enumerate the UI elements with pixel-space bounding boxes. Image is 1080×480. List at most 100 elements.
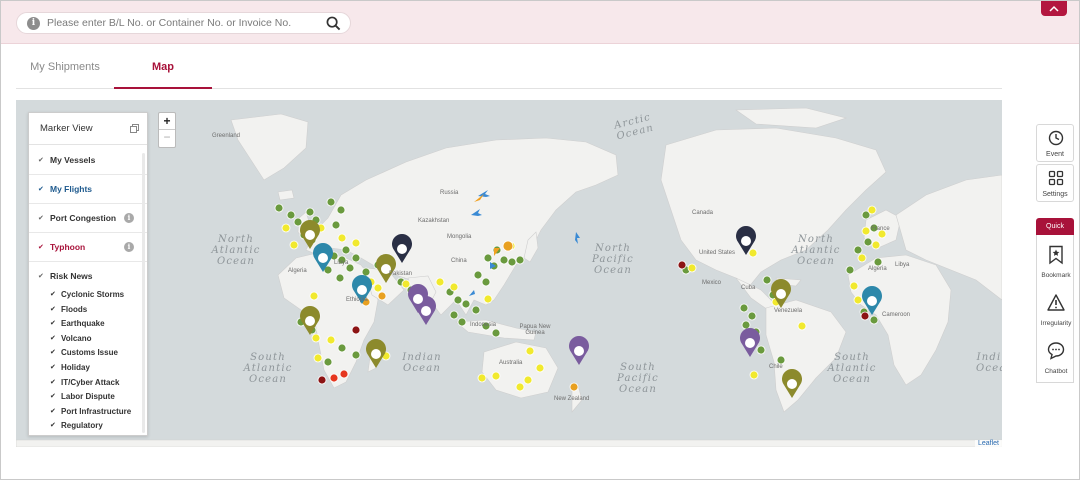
ocean-label-south-atlantic: South Atlantic Ocean [243,352,293,385]
risk-item-label: Holiday [61,363,90,372]
grid-settings-icon [1048,170,1064,186]
ocean-label-north-pacific: North Pacific Ocean [592,243,634,276]
risk-item-regulatory[interactable]: ✔ Regulatory [29,419,147,434]
land-label: Mexico [702,280,722,286]
land-label: Pakistan [389,271,413,277]
land-label: Cuba [741,285,756,291]
quick-menu: Bookmark Irregularity Chatbot [1036,235,1074,383]
risk-item-label: Volcano [61,333,92,343]
layer-label: Risk News [50,271,93,281]
chatbot-label: Chatbot [1044,368,1068,375]
checkmark-icon: ✔ [38,215,44,222]
checkmark-icon: ✔ [38,244,44,251]
info-icon[interactable]: i [124,242,134,252]
layer-typhoon[interactable]: ✔ Typhoon i [29,233,147,262]
zoom-out-button[interactable]: − [159,130,175,147]
chatbot-button[interactable]: Chatbot [1037,335,1075,381]
ocean-label-south-pacific: South Pacific Ocean [617,362,659,395]
checkbox-checked-icon: ✔ [50,422,56,430]
land-label: Australia [499,360,523,366]
search-input[interactable] [47,15,327,31]
tab-my-shipments[interactable]: My Shipments [16,52,114,89]
land-label: Canada [692,210,714,216]
risk-item-earthquake[interactable]: ✔ Earthquake [29,317,147,332]
land-label: Greenland [212,133,241,139]
risk-item-label: Port Infrastructure [61,406,132,416]
land-label: New Zealand [554,396,590,402]
risk-item-label: Cyclonic Storms [61,290,125,299]
marker-view-title: Marker View [29,113,147,145]
risk-item-customs-issue[interactable]: ✔ Customs Issue [29,346,147,361]
ocean-label-north-atlantic: North Atlantic Ocean [211,234,261,267]
checkbox-checked-icon: ✔ [50,305,56,313]
land-label: Ethiopia [346,297,368,303]
info-icon[interactable]: i [124,213,134,223]
map-attribution-link[interactable]: Leaflet [974,440,1002,447]
layer-label: Typhoon [50,242,86,252]
info-icon: i [27,17,40,30]
map-base-layer [16,107,1002,447]
layer-port-congestion[interactable]: ✔ Port Congestion i [29,204,147,233]
collapse-button[interactable] [1041,1,1067,16]
land-label: China [451,258,467,264]
layer-my-vessels[interactable]: ✔ My Vessels [29,146,147,175]
land-label: Chile [769,364,783,370]
checkbox-checked-icon: ✔ [50,407,56,415]
chevron-up-icon [1049,5,1059,12]
bookmark-button[interactable]: Bookmark [1037,239,1075,285]
land-label: Libya [334,260,349,266]
tab-bar: My Shipments Map [16,52,1002,89]
warning-icon [1047,294,1065,311]
panel-scrollbar[interactable] [142,153,145,433]
land-label: Kazakhstan [418,218,450,224]
checkmark-icon: ✔ [38,186,44,193]
quick-header: Quick [1036,218,1074,235]
search-box[interactable]: i [16,12,351,34]
layer-my-flights[interactable]: ✔ My Flights [29,175,147,204]
land-label: Venezuela [774,308,803,314]
checkbox-checked-icon: ✔ [50,378,56,386]
layer-risk-news[interactable]: ✔ Risk News [29,262,147,291]
marker-view-title-text: Marker View [40,123,93,134]
settings-label: Settings [1042,191,1068,198]
risk-item-label: Regulatory [61,421,103,431]
land-label: Papua New Guinea [519,324,551,336]
search-icon[interactable] [326,16,341,31]
checkbox-checked-icon: ✔ [50,334,56,342]
zoom-in-button[interactable]: + [159,113,175,130]
world-map[interactable]: Arctic Ocean North Atlantic Ocean North At… [16,100,1002,447]
checkmark-icon: ✔ [38,157,44,164]
ocean-label-south-atlantic-east: South Atlantic Ocean [827,352,877,385]
top-search-bar: i [1,1,1079,44]
risk-item-volcano[interactable]: ✔ Volcano [29,332,147,347]
bookmark-icon [1049,245,1063,265]
risk-item-label: Labor Dispute [61,392,115,402]
risk-item-label: Floods [61,304,88,314]
irregularity-button[interactable]: Irregularity [1037,287,1075,333]
clock-icon [1048,130,1064,146]
land-label: Indonesia [470,322,497,328]
ocean-label-north-atlantic-east: North Atlantic Ocean [791,234,841,267]
risk-item-label: Customs Issue [61,348,118,358]
copy-icon[interactable] [130,124,139,133]
checkbox-checked-icon: ✔ [50,320,56,328]
land-label: Cameroon [882,312,911,318]
marker-view-panel: Marker View ✔ My Vessels ✔ My Flights ✔ … [28,112,148,436]
risk-item-labor-dispute[interactable]: ✔ Labor Dispute [29,390,147,405]
bookmark-label: Bookmark [1041,272,1071,279]
land-label: United States [699,250,736,256]
risk-item-floods[interactable]: ✔ Floods [29,303,147,318]
tab-map[interactable]: Map [114,52,212,89]
risk-item-it-cyber-attack[interactable]: ✔ IT/Cyber Attack [29,376,147,391]
risk-item-holiday[interactable]: ✔ Holiday [29,361,147,376]
settings-button[interactable]: Settings [1036,164,1074,202]
risk-item-cyclonic-storms[interactable]: ✔ Cyclonic Storms [29,288,147,303]
land-label: Libya [895,262,910,268]
event-button[interactable]: Event [1036,124,1074,162]
risk-item-label: IT/Cyber Attack [61,377,120,387]
land-label: France [871,226,890,232]
risk-item-port-infrastructure[interactable]: ✔ Port Infrastructure [29,405,147,420]
checkbox-checked-icon: ✔ [50,349,56,357]
ocean-label-indian: Indian Ocean [402,352,442,374]
risk-item-label: Earthquake [61,319,105,329]
